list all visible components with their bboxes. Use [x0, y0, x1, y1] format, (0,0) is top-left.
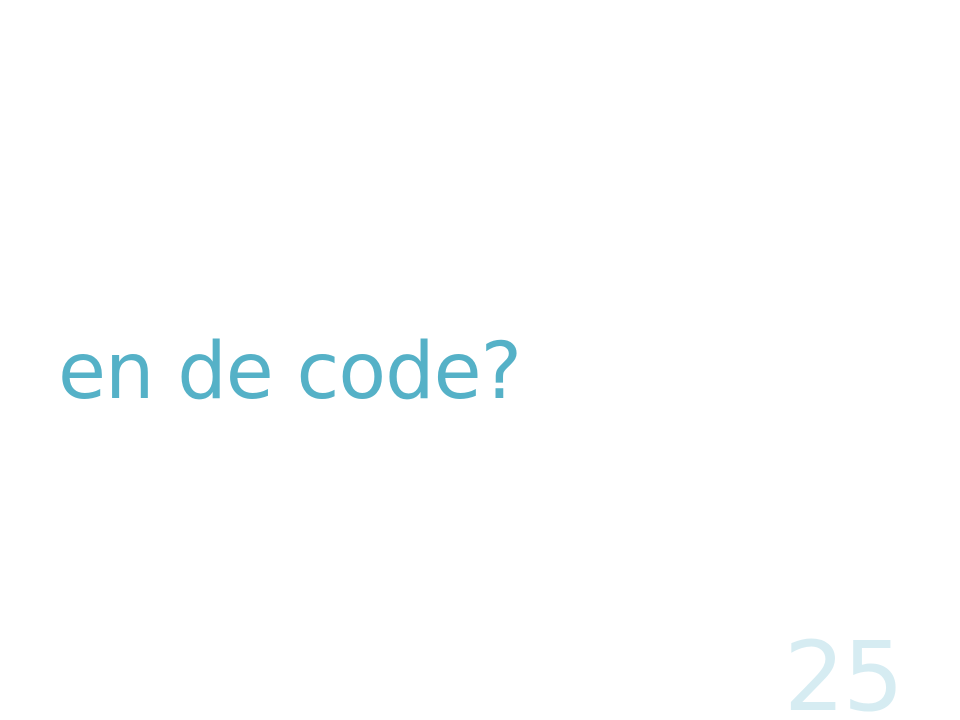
slide: en de code? 25 — [0, 0, 960, 720]
slide-title: en de code? — [58, 327, 522, 417]
slide-page-number: 25 — [783, 621, 904, 720]
